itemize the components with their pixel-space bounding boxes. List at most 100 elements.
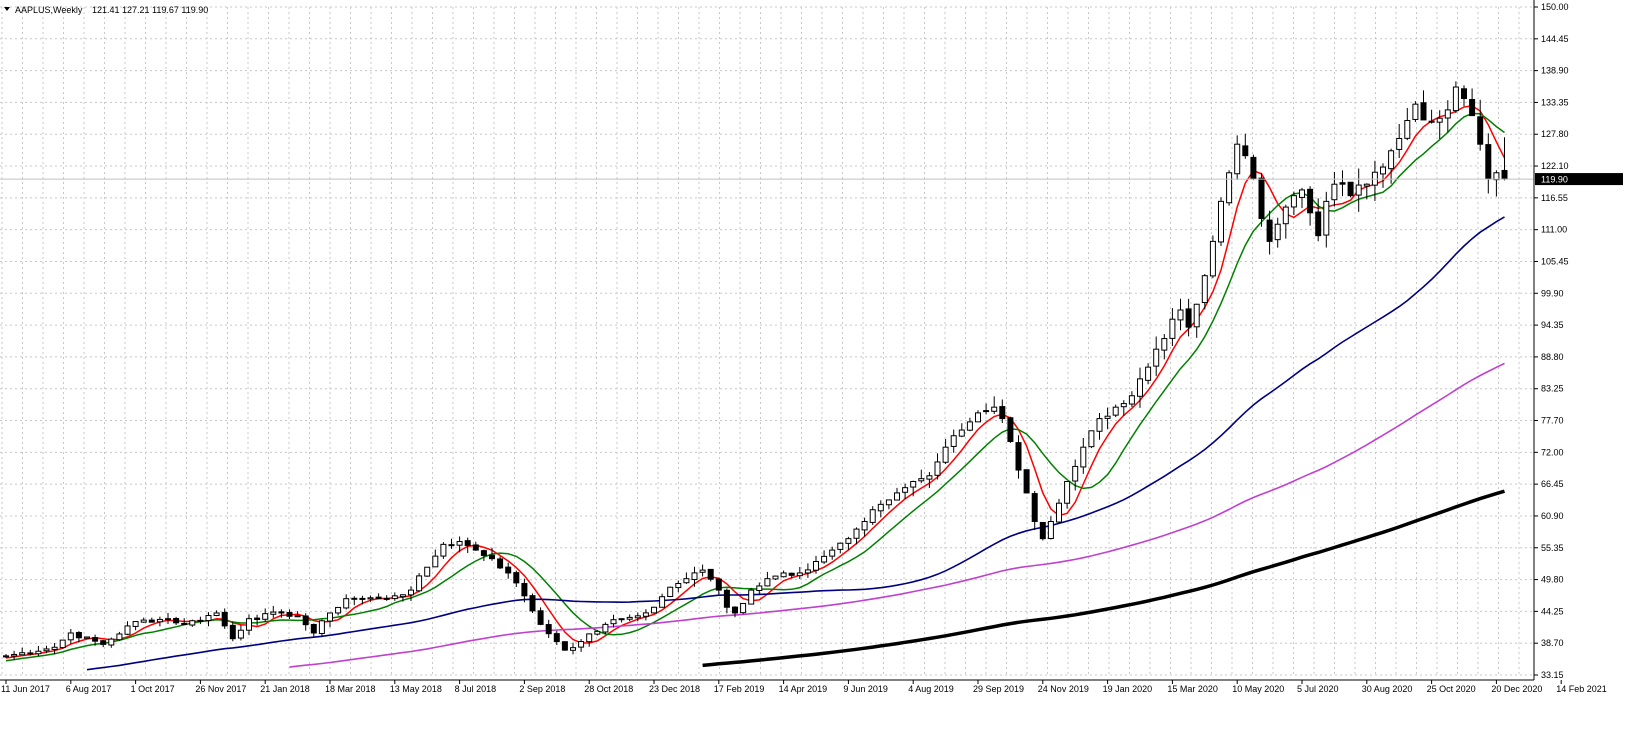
candle-body — [237, 629, 244, 639]
candle-body — [1112, 406, 1119, 416]
candle — [246, 614, 252, 636]
candle-body — [1315, 211, 1322, 237]
candle — [464, 537, 471, 554]
candle-body — [813, 561, 819, 571]
candle — [1242, 133, 1249, 159]
candle — [391, 592, 398, 601]
candle — [11, 650, 18, 660]
symbol-label: AAPLUS,Weekly — [15, 5, 83, 15]
chevron-down-icon[interactable] — [4, 7, 10, 11]
candle-body — [116, 633, 123, 641]
candle-body — [918, 478, 925, 482]
candle — [934, 453, 941, 480]
candle — [545, 619, 552, 638]
candle-body — [1355, 184, 1362, 196]
candle — [1258, 172, 1265, 227]
candle-body — [1088, 430, 1095, 448]
candle-body — [634, 615, 641, 619]
candle-body — [894, 492, 900, 501]
candle — [586, 633, 593, 647]
candle-body — [902, 487, 909, 493]
candle-body — [3, 655, 9, 658]
candle — [885, 499, 892, 510]
candle — [416, 572, 423, 593]
candle-body — [1258, 177, 1265, 220]
candle — [505, 562, 512, 579]
candle-body — [1031, 493, 1038, 523]
candle-body — [1380, 166, 1386, 175]
candle-body — [1347, 181, 1354, 197]
candle — [262, 608, 269, 623]
candle — [116, 631, 123, 642]
chart-canvas[interactable]: 150.00 144.45 138.90 133.35 127.80 122.10 116.… — [0, 0, 1625, 731]
candle-body — [1242, 145, 1249, 157]
candle — [327, 612, 333, 628]
candle-body — [124, 625, 131, 635]
candle-body — [108, 638, 115, 646]
candle — [1193, 303, 1200, 338]
candle-body — [1388, 150, 1395, 170]
candle — [1274, 217, 1281, 248]
candle-body — [1501, 169, 1508, 180]
candle — [1023, 469, 1030, 494]
candle-body — [408, 589, 414, 596]
candle — [894, 487, 900, 501]
x-tick-label: 14 Apr 2019 — [779, 684, 828, 694]
candle-body — [950, 435, 957, 447]
candle — [1396, 123, 1403, 158]
candle — [108, 637, 115, 648]
candle — [1347, 181, 1354, 198]
candle — [1112, 404, 1119, 418]
y-axis-ticks: 150.00 144.45 138.90 133.35 127.80 122.10 116.… — [1534, 2, 1569, 680]
y-tick-label: 66.45 — [1541, 479, 1564, 489]
candle-body — [302, 615, 309, 626]
candle-body — [1485, 144, 1492, 180]
x-tick-label: 20 Dec 2020 — [1491, 684, 1542, 694]
x-tick-label: 17 Feb 2019 — [714, 684, 765, 694]
candle-body — [578, 641, 585, 648]
x-tick-label: 24 Nov 2019 — [1038, 684, 1089, 694]
candle-body — [594, 630, 601, 635]
candle-body — [399, 594, 406, 598]
ma-line-5 — [5, 105, 1506, 659]
candle-body — [489, 554, 495, 560]
candle-body — [27, 652, 34, 655]
candle — [610, 614, 617, 628]
x-tick-label: 14 Feb 2021 — [1556, 684, 1607, 694]
candle-body — [853, 528, 860, 539]
candle-body — [505, 566, 512, 574]
candle-body — [391, 595, 398, 600]
candle-body — [1266, 219, 1273, 242]
current-price-label: 119.90 — [1535, 173, 1623, 186]
candle-body — [545, 624, 552, 635]
candle — [59, 639, 66, 649]
candle — [1234, 135, 1241, 180]
candle-body — [221, 611, 228, 627]
candle-body — [1137, 378, 1143, 397]
x-tick-label: 11 Jun 2017 — [1, 684, 50, 694]
candle — [602, 622, 609, 635]
candle — [1145, 363, 1152, 385]
candle-body — [723, 589, 730, 608]
candle — [804, 563, 811, 578]
candle — [999, 399, 1006, 424]
candle — [1250, 154, 1257, 181]
price-chart[interactable]: 150.00 144.45 138.90 133.35 127.80 122.10 116.… — [0, 0, 1625, 731]
candle-body — [51, 646, 58, 650]
candle-body — [1209, 240, 1216, 277]
candle-body — [966, 421, 973, 431]
candle-body — [318, 620, 325, 634]
y-tick-label: 116.55 — [1541, 193, 1568, 203]
candle-body — [675, 583, 682, 589]
y-tick-label: 94.35 — [1541, 320, 1564, 330]
candle — [659, 593, 666, 608]
y-tick-label: 133.35 — [1541, 97, 1569, 107]
candle-body — [804, 569, 811, 574]
candle — [440, 542, 447, 559]
candle — [335, 606, 342, 616]
candle-body — [659, 596, 666, 608]
candle — [1420, 90, 1427, 121]
candle-body — [1023, 469, 1030, 494]
candle — [1404, 107, 1411, 141]
x-tick-label: 30 Aug 2020 — [1362, 684, 1413, 694]
